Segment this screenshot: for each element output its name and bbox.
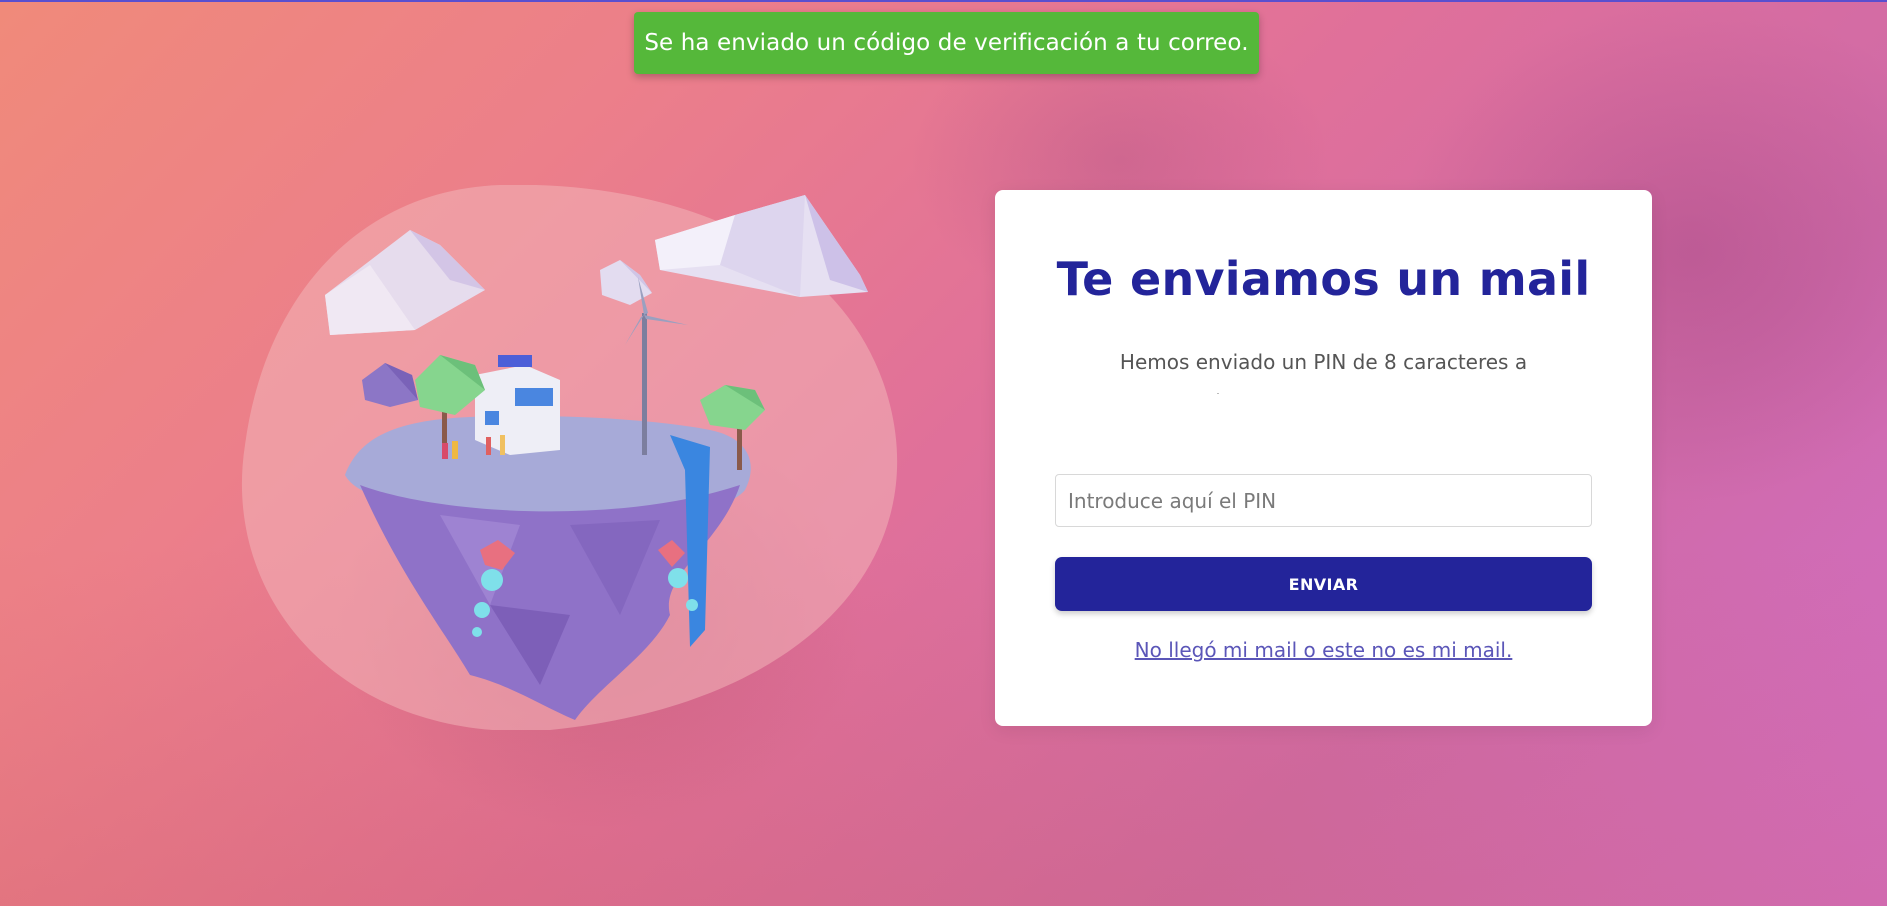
success-toast: Se ha enviado un código de verificación …	[634, 12, 1259, 74]
page-title: Te enviamos un mail	[1056, 252, 1591, 306]
toast-message: Se ha enviado un código de verificación …	[644, 30, 1249, 56]
verification-card: Te enviamos un mail Hemos enviado un PIN…	[995, 190, 1652, 726]
island-svg	[241, 184, 898, 732]
pin-input[interactable]	[1055, 474, 1592, 527]
resend-mail-link[interactable]: No llegó mi mail o este no es mi mail.	[995, 638, 1652, 662]
floating-island-illustration	[240, 184, 900, 732]
send-button[interactable]: ENVIAR	[1055, 557, 1592, 611]
masked-email	[1217, 393, 1219, 394]
pin-sent-message: Hemos enviado un PIN de 8 caracteres a	[1119, 350, 1528, 374]
